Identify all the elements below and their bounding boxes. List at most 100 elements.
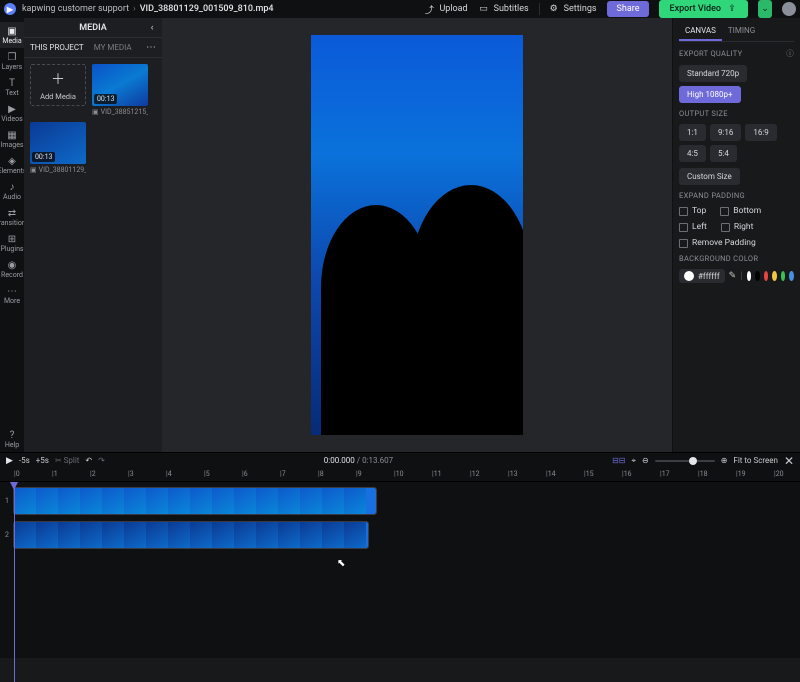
padding-right-checkbox[interactable]: Right [721, 222, 754, 232]
custom-size-button[interactable]: Custom Size [679, 168, 740, 185]
add-media-button[interactable]: ＋ Add Media [30, 64, 86, 116]
sidebar-item-elements[interactable]: ◈Elements [0, 152, 24, 178]
remove-padding-checkbox[interactable]: Remove Padding [679, 238, 756, 248]
collapse-panel-button[interactable]: ‹ [144, 18, 160, 38]
fit-to-screen-button[interactable]: Fit to Screen [733, 456, 778, 465]
sidebar-item-videos[interactable]: ▶Videos [0, 100, 24, 126]
padding-left-checkbox[interactable]: Left [679, 222, 707, 232]
quality-standard-button[interactable]: Standard 720p [679, 65, 747, 82]
sidebar-item-images[interactable]: ▦Images [0, 126, 24, 152]
sidebar-item-layers[interactable]: ❐Layers [0, 48, 24, 74]
media-more-button[interactable]: ⋯ [146, 42, 156, 53]
quality-high-button[interactable]: High 1080p+ [679, 86, 741, 103]
app-logo: ▶ [4, 3, 16, 15]
sidebar-item-text[interactable]: TText [0, 74, 24, 100]
padding-bottom-checkbox[interactable]: Bottom [720, 206, 761, 216]
zoom-slider[interactable] [655, 460, 715, 462]
padding-top-checkbox[interactable]: Top [679, 206, 706, 216]
sidebar-item-audio[interactable]: ♪Audio [0, 178, 24, 204]
tab-timing[interactable]: TIMING [722, 22, 761, 41]
top-actions: ⤴ Upload ▭ Subtitles ⚙ Settings Share Ex… [423, 0, 796, 18]
add-media-label: Add Media [40, 92, 76, 101]
undo-button[interactable]: ↶ [85, 456, 92, 465]
swatch-red[interactable] [764, 271, 769, 281]
export-dropdown[interactable]: ⌄ [758, 0, 772, 18]
swatch-blue[interactable] [789, 271, 794, 281]
clip-2[interactable] [14, 522, 368, 548]
breadcrumb-sep: › [133, 4, 136, 14]
record-icon: ◉ [8, 260, 17, 271]
ratio-16-9[interactable]: 16:9 [745, 124, 776, 141]
snap-toggle[interactable]: ⊟⊟ [612, 456, 625, 465]
thumb-duration: 00:13 [94, 94, 117, 104]
settings-button[interactable]: ⚙ Settings [539, 3, 597, 15]
project-filename[interactable]: VID_38801129_001509_810.mp4 [140, 4, 274, 14]
bg-color-input[interactable]: #ffffff [679, 269, 725, 283]
gear-icon: ⚙ [548, 3, 560, 15]
workspace-name[interactable]: kapwing customer support [22, 4, 129, 14]
magnet-toggle[interactable]: ⌖ [632, 456, 637, 466]
images-icon: ▦ [7, 130, 16, 141]
media-thumb-2[interactable]: 00:13 ▣VID_38801129_... [30, 122, 86, 174]
ratio-1-1[interactable]: 1:1 [679, 124, 706, 141]
playhead[interactable] [14, 482, 15, 682]
sidebar-item-transitions[interactable]: ⇄Transitions [0, 204, 24, 230]
text-icon: T [9, 78, 15, 89]
ratio-4-5[interactable]: 4:5 [679, 145, 706, 162]
zoom-in-button[interactable]: ⊕ [721, 456, 728, 465]
play-button[interactable]: ▶ [6, 456, 13, 466]
ruler-tick: |13 [508, 470, 518, 478]
ruler-tick: |11 [432, 470, 442, 478]
sidebar-item-more[interactable]: ⋯More [0, 282, 24, 308]
expand-padding-title: EXPAND PADDING [679, 191, 794, 200]
swatch-white[interactable] [747, 271, 752, 281]
layers-icon: ❐ [8, 52, 17, 63]
ratio-9-16[interactable]: 9:16 [710, 124, 741, 141]
media-grid: ＋ Add Media 00:13 ▣VID_38851215_... 00:1… [24, 58, 162, 180]
swatch-green[interactable] [781, 271, 786, 281]
right-panel: CANVAS TIMING EXPORT QUALITY ⓘ Standard … [672, 18, 800, 452]
sidebar-item-media[interactable]: ▣Media [0, 22, 24, 48]
sidebar-item-help[interactable]: ?Help [0, 426, 24, 452]
avatar[interactable] [782, 2, 796, 16]
subtitles-button[interactable]: ▭ Subtitles [478, 3, 529, 15]
canvas-area[interactable] [162, 18, 672, 452]
swatch-yellow[interactable] [772, 271, 777, 281]
sidebar-item-plugins[interactable]: ⊞Plugins [0, 230, 24, 256]
tab-my-media[interactable]: MY MEDIA [94, 43, 132, 52]
upload-button[interactable]: ⤴ Upload [423, 3, 467, 15]
sidebar-item-record[interactable]: ◉Record [0, 256, 24, 282]
export-button[interactable]: Export Video ⇪ [659, 0, 748, 18]
track-2[interactable]: 2 [0, 520, 800, 550]
timeline-tracks[interactable]: 1 2 ⬉ [0, 482, 800, 658]
track-1[interactable]: 1 [0, 486, 800, 516]
back-5s-button[interactable]: -5s [19, 456, 30, 465]
timeline-controls: ▶ -5s +5s ✂ Split ↶ ↷ 0:00.000 / 0:13.60… [0, 452, 800, 468]
canvas-video-preview[interactable] [311, 35, 523, 435]
color-preview [684, 271, 694, 281]
ruler-tick: |4 [166, 470, 172, 478]
redo-button[interactable]: ↷ [98, 456, 105, 465]
clip-1[interactable] [14, 488, 376, 514]
zoom-out-button[interactable]: ⊖ [642, 456, 649, 465]
ratio-5-4[interactable]: 5:4 [710, 145, 737, 162]
share-button[interactable]: Share [607, 1, 650, 17]
forward-5s-button[interactable]: +5s [36, 456, 49, 465]
ruler-tick: |7 [280, 470, 286, 478]
swatch-black[interactable] [755, 271, 760, 281]
close-timeline-button[interactable]: ✕ [784, 454, 794, 468]
main: ▣Media ❐Layers TText ▶Videos ▦Images ◈El… [0, 18, 800, 452]
ruler-tick: |17 [660, 470, 670, 478]
eyedropper-button[interactable]: ✎ [729, 271, 737, 281]
tab-this-project[interactable]: THIS PROJECT [30, 43, 84, 52]
split-button[interactable]: ✂ Split [55, 456, 79, 465]
media-thumb-1[interactable]: 00:13 ▣VID_38851215_... [92, 64, 148, 116]
thumb-filename: VID_38801129_... [39, 166, 86, 174]
timeline-ruler[interactable]: |0|1|2|3|4|5|6|7|8|9|10|11|12|13|14|15|1… [0, 468, 800, 482]
plugins-icon: ⊞ [8, 234, 16, 245]
media-title: MEDIA [79, 23, 107, 33]
tab-canvas[interactable]: CANVAS [679, 22, 722, 41]
video-file-icon: ▣ [92, 108, 99, 116]
transitions-icon: ⇄ [8, 208, 16, 219]
info-icon[interactable]: ⓘ [786, 48, 794, 59]
